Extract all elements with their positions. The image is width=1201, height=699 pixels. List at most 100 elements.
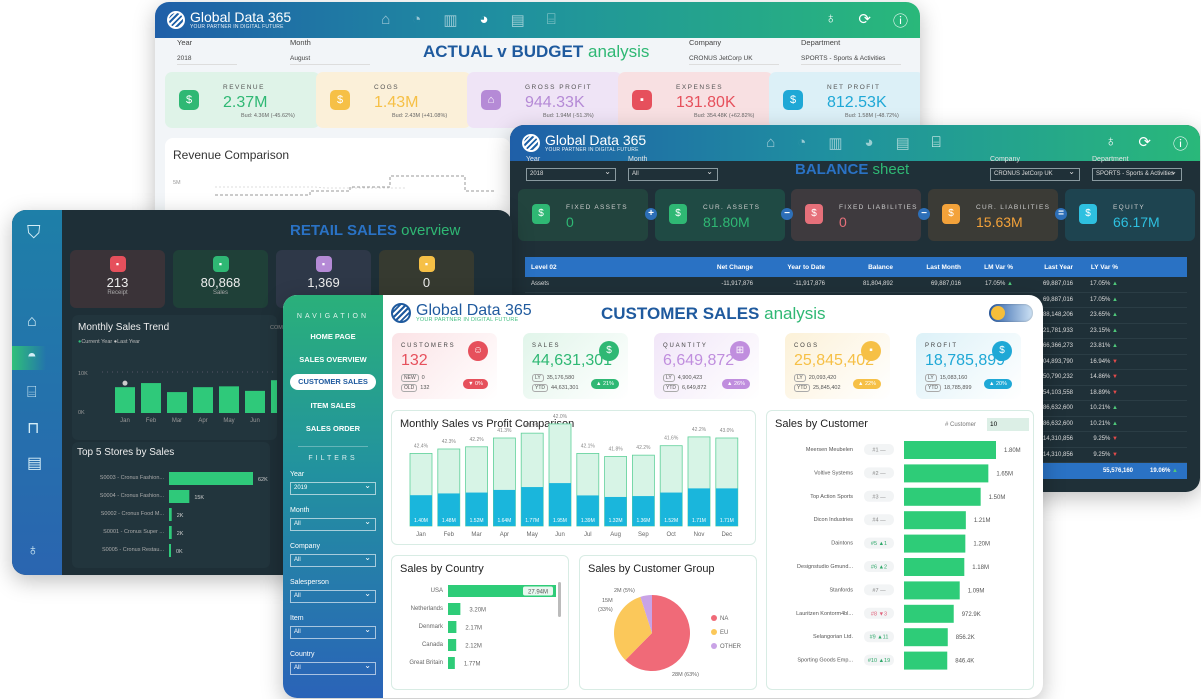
gauge-icon[interactable]: ◓: [27, 348, 37, 366]
home-icon[interactable]: ⌂: [766, 134, 775, 152]
bank-icon[interactable]: ⌸: [932, 134, 941, 152]
home-icon[interactable]: ⌂: [27, 313, 37, 331]
profit-label: 1.32M: [609, 518, 623, 524]
down-arrow-icon: ▼: [1110, 389, 1118, 396]
filter-month[interactable]: Month All: [290, 507, 376, 531]
store-bar: [169, 490, 190, 503]
column-header[interactable]: Balance: [825, 264, 893, 271]
filter-company[interactable]: Company All: [290, 543, 376, 567]
nav-item-sales[interactable]: ITEM SALES: [283, 401, 383, 410]
customer-bar: [904, 441, 996, 459]
nav-sales-overview[interactable]: SALES OVERVIEW: [283, 355, 383, 364]
store-bar: [169, 526, 172, 539]
home-icon[interactable]: ⌂: [381, 11, 390, 29]
refresh-icon[interactable]: ⟳: [1138, 133, 1151, 154]
store-icon[interactable]: ⌸: [27, 384, 37, 402]
refresh-icon[interactable]: ⟳: [858, 10, 871, 31]
help-icon[interactable]: ⓘ: [1173, 133, 1188, 154]
customer-label: Designstudio Gmund...: [797, 564, 853, 570]
kpi-icon: ⊞: [730, 341, 750, 361]
change-badge: ▲ 26%: [722, 379, 750, 389]
rank-label: #4 —: [872, 518, 886, 524]
bar-chart-icon[interactable]: ▥: [443, 11, 457, 29]
retail-sidebar: ⛉ ⌂ ◓ ⌸ ⊓ ▤ ♁: [12, 210, 62, 575]
column-header[interactable]: Last Month: [893, 264, 961, 271]
nav-home-page[interactable]: HOME PAGE: [283, 332, 383, 341]
profit-label: 1.64M: [497, 518, 511, 524]
nav-sales-order[interactable]: SALES ORDER: [283, 424, 383, 433]
gauge-icon[interactable]: ◔: [797, 134, 806, 152]
profit-label: 1.52M: [470, 518, 484, 524]
brand-logo: Global Data 365 YOUR PARTNER IN DIGITAL F…: [391, 302, 532, 323]
document-icon[interactable]: ▤: [511, 11, 525, 29]
table-row[interactable]: Assets -11,917,876 -11,917,876 81,804,892 69…: [525, 277, 1187, 293]
column-header[interactable]: Last Year: [1013, 264, 1073, 271]
column-header[interactable]: Year to Date: [753, 264, 825, 271]
store-label: S0002 - Cronus Food M...: [101, 511, 165, 517]
bank-icon[interactable]: ⌸: [547, 11, 556, 29]
month-label: Feb: [146, 418, 157, 424]
filter-country[interactable]: Country All: [290, 651, 376, 675]
operator-icon: +: [645, 208, 657, 220]
gauge-icon[interactable]: ◔: [412, 11, 421, 29]
department-filter[interactable]: Department SPORTS - Sports & Activities: [801, 38, 901, 65]
column-header[interactable]: LM Var %: [961, 264, 1013, 271]
change-badge: ▼ 0%: [463, 379, 488, 389]
legend-marker: [711, 629, 717, 635]
year-filter[interactable]: Year 2018: [526, 156, 616, 181]
pie-chart-icon[interactable]: ◕: [480, 11, 489, 29]
company-filter[interactable]: Company CRONUS JetCorp UK: [990, 156, 1080, 181]
retail-kpi: ▪ 213 Receipt: [70, 250, 165, 308]
help-icon[interactable]: ⓘ: [893, 10, 908, 31]
filter-item[interactable]: Item All: [290, 615, 376, 639]
lightbulb-icon[interactable]: ♁: [1105, 133, 1116, 154]
theme-toggle[interactable]: [989, 304, 1033, 322]
document-icon[interactable]: ▤: [27, 453, 42, 473]
store-bar: [169, 472, 253, 485]
customer-value: 1.09M: [968, 588, 985, 594]
profit-label: 1.71M: [692, 518, 706, 524]
bag-icon[interactable]: ⊓: [27, 418, 39, 438]
filter-year[interactable]: Year 2019: [290, 471, 376, 495]
filter-salesperson[interactable]: Salesperson All: [290, 579, 376, 603]
customer-value: 1.18M: [972, 565, 989, 571]
lightbulb-icon[interactable]: ♁: [27, 542, 39, 560]
store-bar: [169, 508, 172, 521]
document-icon[interactable]: ▤: [896, 134, 910, 152]
customer-value: 972.9K: [962, 612, 981, 618]
month-filter[interactable]: Month August: [290, 38, 370, 65]
pie-label: 28M (63%): [672, 672, 699, 678]
filter-icon[interactable]: ⛉: [27, 222, 41, 243]
nav-customer-sales[interactable]: CUSTOMER SALES: [290, 374, 376, 390]
scrollbar[interactable]: [558, 582, 561, 617]
pie-chart-icon[interactable]: ◕: [865, 134, 874, 152]
month-label: Mar: [471, 532, 481, 538]
trend-bar: [245, 390, 265, 413]
customer-value: 1.20M: [973, 542, 990, 548]
margin-label: 42.3%: [442, 439, 457, 445]
up-arrow-icon: ▲: [1110, 420, 1118, 427]
margin-label: 41.3%: [497, 428, 512, 434]
customer-bar: [904, 604, 954, 623]
legend-label: OTHER: [720, 644, 742, 650]
month-filter[interactable]: Month All: [628, 156, 718, 181]
monthly-bar-chart: 1.40M 42.4% Jan 1.48M 42.3% Feb 1.52M 42.2% Mar 1…: [409, 414, 739, 538]
department-filter[interactable]: Department SPORTS - Sports & Activities: [1092, 156, 1182, 181]
customer-label: Daintons: [831, 541, 853, 547]
bar-chart-icon[interactable]: ▥: [828, 134, 842, 152]
column-header[interactable]: Net Change: [685, 264, 753, 271]
rank-label: #5 ▲1: [871, 541, 887, 547]
company-filter[interactable]: Company CRONUS JetCorp UK: [689, 38, 779, 65]
customer-value: 1.21M: [974, 518, 991, 524]
month-label: Mar: [172, 418, 182, 424]
revenue-line-chart: [215, 175, 495, 196]
table-header: Level 02 Net Change Year to Date Balance Las…: [525, 257, 1187, 277]
column-header[interactable]: LY Var %: [1073, 264, 1118, 271]
up-arrow-icon: ▲: [1110, 281, 1118, 288]
store-value: 15K: [194, 495, 204, 501]
lightbulb-icon[interactable]: ♁: [825, 10, 836, 31]
column-header[interactable]: Level 02: [525, 264, 685, 271]
country-bar-chart: USA 27.94M Netherlands 3.20M Denmark 2.17M Can…: [409, 585, 556, 669]
year-filter[interactable]: Year 2018: [177, 38, 237, 65]
brand-logo: Global Data 365 YOUR PARTNER IN DIGITAL F…: [167, 10, 291, 30]
